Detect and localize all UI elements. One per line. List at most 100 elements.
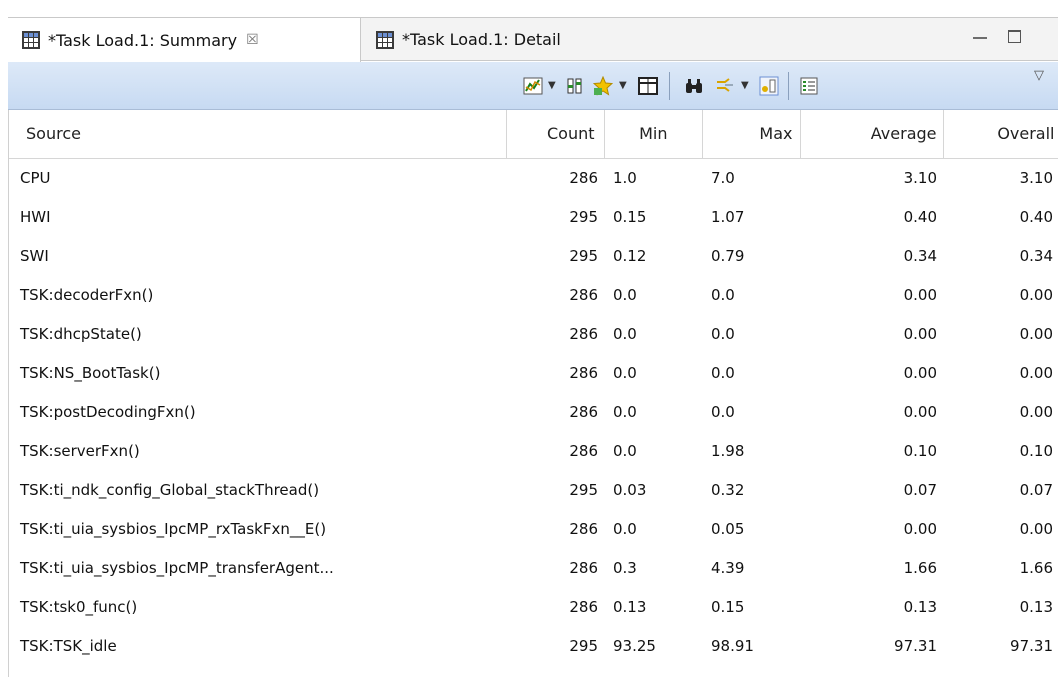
empty-cell xyxy=(943,665,1058,677)
cell-count: 286 xyxy=(569,402,598,421)
table-icon xyxy=(376,30,394,49)
cell-average: 1.66 xyxy=(903,558,937,577)
toolbar-separator xyxy=(788,72,789,100)
cell-average: 0.00 xyxy=(903,363,937,382)
view-menu-icon[interactable]: ▽ xyxy=(1034,68,1044,83)
table-icon xyxy=(22,31,40,49)
column-header-min[interactable]: Min xyxy=(604,110,703,159)
table-row[interactable]: TSK:tsk0_func() 286 0.13 0.15 0.13 0.13 xyxy=(9,587,1058,626)
cell-max: 0.32 xyxy=(711,480,745,499)
cell-overall: 0.34 xyxy=(1019,246,1053,265)
chevron-down-icon[interactable]: ▼ xyxy=(619,80,627,91)
cell-max: 4.39 xyxy=(711,558,745,577)
cell-min: 1.0 xyxy=(613,168,637,187)
empty-cell xyxy=(506,665,604,677)
cell-average: 0.40 xyxy=(903,207,937,226)
table-row[interactable]: SWI 295 0.12 0.79 0.34 0.34 xyxy=(9,236,1058,275)
cell-min: 0.0 xyxy=(613,519,637,538)
cell-source: TSK:ti_uia_sysbios_IpcMP_transferAgent..… xyxy=(20,558,334,577)
column-header-count[interactable]: Count xyxy=(506,110,605,159)
cell-min: 0.15 xyxy=(613,207,647,226)
table-row[interactable]: TSK:decoderFxn() 286 0.0 0.0 0.00 0.00 xyxy=(9,275,1058,314)
binoculars-icon[interactable] xyxy=(684,76,704,96)
cell-average: 3.10 xyxy=(903,168,937,187)
tab-detail-label: *Task Load.1: Detail xyxy=(402,30,561,49)
table-row[interactable]: TSK:dhcpState() 286 0.0 0.0 0.00 0.00 xyxy=(9,314,1058,353)
cell-min: 0.12 xyxy=(613,246,647,265)
tab-summary-label: *Task Load.1: Summary xyxy=(48,30,238,50)
cell-max: 7.0 xyxy=(711,168,735,187)
cell-max: 1.07 xyxy=(711,207,745,226)
cell-count: 286 xyxy=(569,597,598,616)
cell-min: 0.0 xyxy=(613,285,637,304)
column-header-max[interactable]: Max xyxy=(702,110,801,159)
cell-source: TSK:tsk0_func() xyxy=(20,597,138,616)
chart-icon[interactable] xyxy=(523,76,543,96)
column-header-source[interactable]: Source xyxy=(9,110,507,159)
column-header-average[interactable]: Average xyxy=(800,110,944,159)
cell-average: 0.00 xyxy=(903,324,937,343)
cell-min: 0.03 xyxy=(613,480,647,499)
list-icon[interactable] xyxy=(799,76,819,96)
table-row[interactable]: TSK:TSK_idle 295 93.25 98.91 97.31 97.31 xyxy=(9,626,1058,665)
cell-source: TSK:dhcpState() xyxy=(20,324,142,343)
cell-source: TSK:ti_uia_sysbios_IpcMP_rxTaskFxn__E() xyxy=(20,519,327,538)
cell-average: 0.07 xyxy=(903,480,937,499)
cell-overall: 0.00 xyxy=(1019,363,1053,382)
cell-max: 98.91 xyxy=(711,636,754,655)
table-header-row: Source Count Min Max Average Overall xyxy=(9,110,1058,159)
cell-count: 286 xyxy=(569,519,598,538)
cell-count: 286 xyxy=(569,558,598,577)
tab-summary[interactable]: *Task Load.1: Summary ☒ xyxy=(8,18,361,62)
table-row[interactable]: TSK:ti_ndk_config_Global_stackThread() 29… xyxy=(9,470,1058,509)
table-row[interactable]: HWI 295 0.15 1.07 0.40 0.40 xyxy=(9,197,1058,236)
cell-min: 0.0 xyxy=(613,324,637,343)
cell-average: 0.13 xyxy=(903,597,937,616)
maximize-button[interactable] xyxy=(1008,30,1021,43)
empty-cell xyxy=(800,665,943,677)
cell-source: CPU xyxy=(20,168,51,187)
minimize-button[interactable] xyxy=(973,37,987,39)
cell-source: TSK:serverFxn() xyxy=(20,441,140,460)
tab-detail[interactable]: *Task Load.1: Detail xyxy=(362,18,632,61)
cell-min: 0.13 xyxy=(613,597,647,616)
cell-max: 0.0 xyxy=(711,285,735,304)
cell-max: 0.0 xyxy=(711,402,735,421)
editor-tab-bar: *Task Load.1: Summary ☒ *Task Load.1: De… xyxy=(8,17,1058,62)
chevron-down-icon[interactable]: ▼ xyxy=(741,80,749,91)
cell-min: 0.0 xyxy=(613,402,637,421)
table-row[interactable]: TSK:ti_uia_sysbios_IpcMP_transferAgent..… xyxy=(9,548,1058,587)
summary-table-container: Source Count Min Max Average Overall CPU… xyxy=(8,110,1058,677)
cell-source: TSK:NS_BootTask() xyxy=(20,363,161,382)
table-row[interactable]: CPU 286 1.0 7.0 3.10 3.10 xyxy=(9,158,1058,197)
empty-cell xyxy=(702,665,800,677)
cell-overall: 97.31 xyxy=(1010,636,1053,655)
filter-icon[interactable] xyxy=(715,76,735,96)
star-icon[interactable] xyxy=(593,76,613,96)
cell-average: 0.34 xyxy=(903,246,937,265)
table-row[interactable]: TSK:NS_BootTask() 286 0.0 0.0 0.00 0.00 xyxy=(9,353,1058,392)
columns-icon[interactable] xyxy=(566,76,586,96)
cell-overall: 0.40 xyxy=(1019,207,1053,226)
cell-source: SWI xyxy=(20,246,49,265)
cell-max: 0.0 xyxy=(711,324,735,343)
table-icon[interactable] xyxy=(638,76,658,96)
cell-overall: 0.00 xyxy=(1019,519,1053,538)
cell-average: 0.00 xyxy=(903,519,937,538)
chevron-down-icon[interactable]: ▼ xyxy=(548,80,556,91)
cell-count: 286 xyxy=(569,363,598,382)
cell-source: TSK:ti_ndk_config_Global_stackThread() xyxy=(20,480,320,499)
cell-overall: 0.00 xyxy=(1019,324,1053,343)
table-row[interactable]: TSK:postDecodingFxn() 286 0.0 0.0 0.00 0.00 xyxy=(9,392,1058,431)
cell-count: 286 xyxy=(569,285,598,304)
table-row[interactable]: TSK:ti_uia_sysbios_IpcMP_rxTaskFxn__E() 2… xyxy=(9,509,1058,548)
view-toolbar: ▼ ▼ ▼ ▽ xyxy=(8,62,1058,110)
summary-table: Source Count Min Max Average Overall CPU… xyxy=(9,110,1058,677)
cell-min: 0.0 xyxy=(613,363,637,382)
column-header-overall[interactable]: Overall xyxy=(943,110,1058,159)
table-row[interactable]: TSK:serverFxn() 286 0.0 1.98 0.10 0.10 xyxy=(9,431,1058,470)
cell-max: 0.0 xyxy=(711,363,735,382)
group-icon[interactable] xyxy=(759,76,779,96)
toolbar-separator xyxy=(669,72,670,100)
close-icon[interactable]: ☒ xyxy=(246,32,259,48)
